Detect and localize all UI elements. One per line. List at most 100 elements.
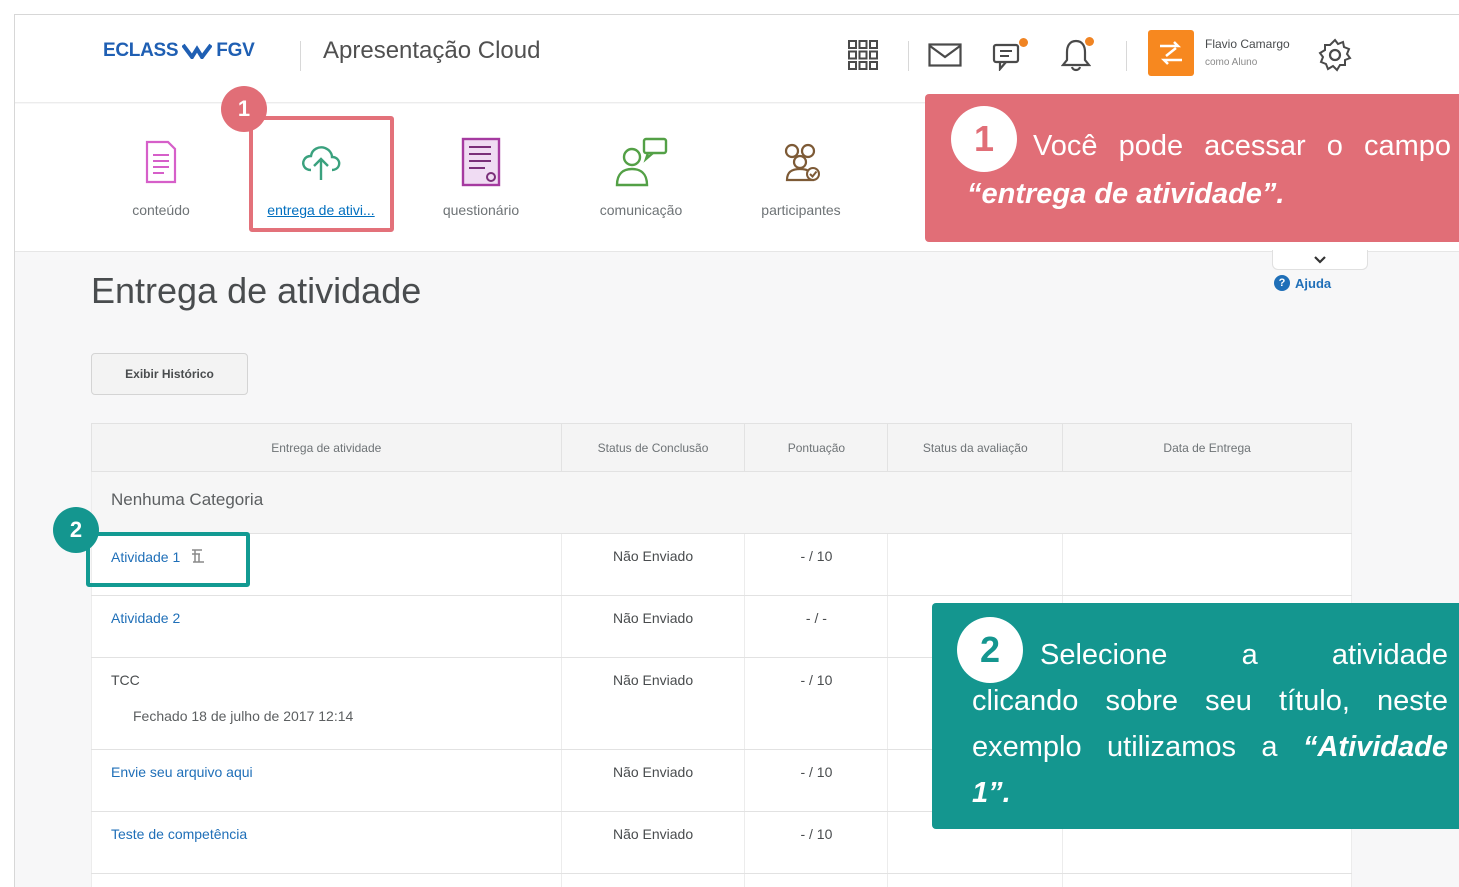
highlight-box-2 (86, 532, 250, 587)
nav-item-conteudo[interactable]: conteúdo (91, 134, 231, 218)
completion-status[interactable]: Não Enviado (560, 595, 746, 658)
help-icon: ? (1274, 275, 1290, 291)
assignment-link[interactable]: Envie seu arquivo aqui (111, 764, 253, 780)
page-title: Entrega de atividade (91, 270, 422, 311)
user-role: como Aluno (1205, 57, 1258, 68)
word: Você (1033, 130, 1098, 162)
word: título, (1279, 685, 1350, 717)
category-label: Nenhuma Categoria (91, 471, 1352, 534)
column-header[interactable]: Entrega de atividade (91, 423, 562, 472)
word: a (1241, 639, 1258, 671)
due-date (1062, 533, 1352, 596)
nav-item-label: questionário (442, 202, 520, 218)
assignment-name: TCC (111, 672, 140, 688)
completion-status: Não Enviado (560, 657, 746, 750)
score: - / 10 (744, 749, 889, 812)
column-header[interactable]: Data de Entrega (1062, 423, 1352, 472)
completion-status[interactable]: Não Enviado (560, 749, 746, 812)
nav-item-label: comunicação (599, 202, 683, 218)
bell-icon[interactable] (1058, 37, 1094, 73)
score: - / - (744, 595, 889, 658)
divider (1126, 41, 1127, 71)
step-badge-1: 1 (221, 86, 267, 132)
apps-grid-icon[interactable] (845, 37, 881, 73)
user-name[interactable]: Flavio Camargo (1205, 37, 1290, 51)
chat-icon[interactable] (991, 37, 1028, 73)
score: - / 10 (744, 657, 889, 750)
collapse-tab[interactable] (1272, 250, 1368, 270)
assignment-cell: TCC Fechado 18 de julho de 2017 12:14 (91, 657, 562, 750)
user-avatar[interactable] (1148, 30, 1194, 76)
nav-item-comunicacao[interactable]: comunicação (571, 134, 711, 218)
course-title[interactable]: Apresentação Cloud (323, 37, 540, 65)
score: - / 10 (744, 533, 889, 596)
closed-date: Fechado 18 de julho de 2017 12:14 (133, 708, 354, 724)
help-link[interactable]: ? Ajuda (1274, 275, 1331, 291)
callout-step-1: 1 Você pode acessar o campo “entrega de … (925, 94, 1459, 242)
nav-item-participantes[interactable]: participantes (731, 134, 871, 218)
nav-item-questionario[interactable]: questionário (411, 134, 551, 218)
divider (908, 41, 909, 71)
table-row: Atividade 1 Não Enviado - / 10 (91, 533, 1352, 596)
callout-step-2: 2 Selecione a atividade clicando sobre s… (932, 603, 1459, 829)
bell-notification-dot (1085, 37, 1094, 46)
browser-frame: ECLASS FGV Apresentação Cloud Flavio Cam… (14, 14, 1459, 887)
word: neste (1377, 685, 1448, 717)
communication-icon (571, 134, 711, 190)
logo-text-left: ECLASS (103, 40, 179, 61)
chat-notification-dot (1019, 38, 1028, 47)
assignment-cell: Atividade 2 (91, 595, 562, 658)
word: clicando (972, 685, 1079, 717)
evaluation-status (887, 533, 1064, 596)
word: utilizamos (1107, 731, 1236, 763)
word: campo (1363, 130, 1451, 162)
callout-text-line: Selecione a atividade (1040, 639, 1448, 672)
completion-status[interactable]: Não Enviado (560, 533, 746, 596)
column-header[interactable]: Status de Conclusão (560, 423, 746, 472)
quiz-icon (411, 134, 551, 190)
column-header[interactable]: Pontuação (744, 423, 889, 472)
highlight-box-1 (249, 116, 394, 232)
word: a (1261, 731, 1278, 763)
participants-icon (731, 134, 871, 190)
word: sobre (1105, 685, 1179, 717)
word: o (1326, 130, 1343, 162)
switch-arrows-icon (1160, 41, 1182, 65)
gear-icon[interactable] (1317, 37, 1353, 73)
callout-text-line: “entrega de atividade”. (967, 178, 1285, 210)
divider (300, 41, 301, 71)
callout-number: 2 (957, 617, 1023, 683)
nav-item-label: participantes (761, 202, 841, 218)
assignment-link[interactable]: Atividade 2 (111, 610, 180, 626)
mail-icon[interactable] (927, 37, 963, 73)
document-icon (91, 134, 231, 190)
column-header[interactable]: Status da avaliação (887, 423, 1064, 472)
step-badge-2: 2 (53, 507, 99, 553)
completion-status[interactable]: Não Enviado (560, 811, 746, 874)
callout-text-line: 1”. (972, 777, 1011, 809)
word: atividade (1331, 639, 1448, 671)
view-history-button[interactable]: Exibir Histórico (91, 353, 248, 395)
callout-text-line: exemplo utilizamos a “Atividade (972, 731, 1448, 764)
assignment-cell: Envie seu arquivo aqui (91, 749, 562, 812)
logo-chevron-icon (182, 43, 213, 59)
assignment-cell: Teste de competência (91, 811, 562, 874)
score: - / 10 (744, 811, 889, 874)
assignment-link[interactable]: Teste de competência (111, 826, 247, 842)
callout-text-line: clicando sobre seu título, neste (972, 685, 1448, 718)
word: pode (1118, 130, 1184, 162)
word: seu (1205, 685, 1252, 717)
chevron-down-icon (1314, 255, 1326, 264)
logo-text-right: FGV (216, 40, 255, 61)
table-header-row: Entrega de atividade Status de Conclusão… (91, 423, 1352, 472)
word: acessar (1204, 130, 1306, 162)
word: Selecione (1040, 639, 1168, 671)
callout-number: 1 (951, 106, 1017, 172)
callout-text-line: Você pode acessar o campo (1033, 130, 1451, 163)
nav-item-label: conteúdo (132, 202, 190, 218)
word: “Atividade (1302, 731, 1448, 763)
category-row: Nenhuma Categoria (91, 471, 1352, 534)
eclass-fgv-logo[interactable]: ECLASS FGV (103, 40, 255, 62)
table-row (91, 873, 1352, 887)
help-label: Ajuda (1295, 275, 1332, 291)
